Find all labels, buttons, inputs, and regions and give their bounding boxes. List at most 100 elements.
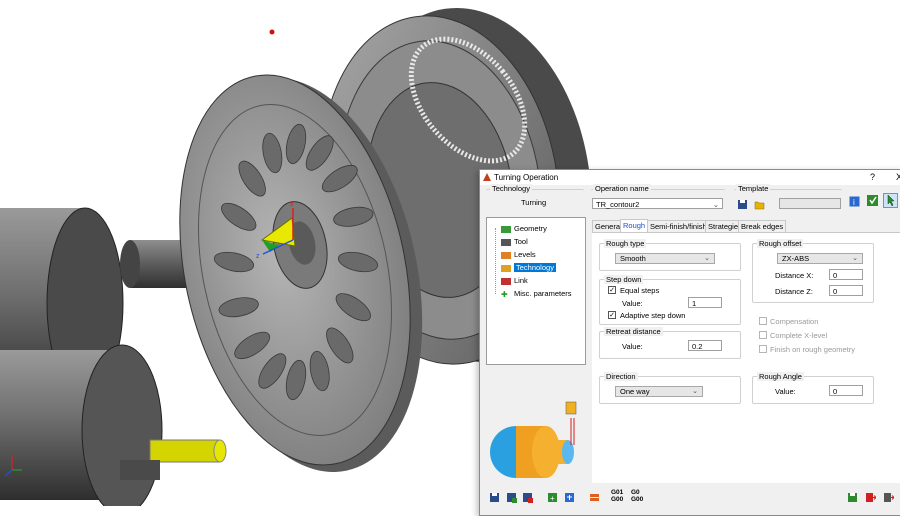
- finish-on-rough-label: Finish on rough geometry: [770, 345, 856, 354]
- gcode-g01-g00[interactable]: G01 G00: [611, 489, 623, 503]
- rough-angle-input[interactable]: 0: [829, 385, 863, 396]
- compensation-label: Compensation: [770, 317, 819, 326]
- rough-type-select[interactable]: Smooth ⌄: [615, 253, 715, 264]
- dialog-title: Turning Operation: [494, 173, 559, 182]
- chevron-down-icon: ⌄: [704, 255, 710, 262]
- gcode-g0-g00[interactable]: G0 G00: [631, 489, 643, 503]
- tree-connector: [495, 228, 496, 294]
- retreat-value-input[interactable]: 0.2: [688, 340, 722, 351]
- technology-icon: [501, 264, 511, 272]
- link-icon: [501, 277, 511, 285]
- svg-text:i: i: [853, 198, 855, 207]
- save-as-icon[interactable]: [506, 492, 517, 503]
- g00-label: G00: [611, 496, 624, 503]
- distance-x-input[interactable]: 0: [829, 269, 863, 280]
- add-operation-icon[interactable]: +: [547, 492, 558, 503]
- reference-point: [269, 29, 275, 35]
- help-button[interactable]: ?: [870, 172, 875, 182]
- chevron-down-icon: ⌄: [692, 388, 698, 395]
- save-copy-icon[interactable]: [522, 492, 533, 503]
- tree-item-label: Tool: [514, 237, 528, 246]
- rough-offset-value: ZX-ABS: [782, 254, 810, 263]
- retreat-value-label: Value:: [622, 342, 643, 351]
- save-template-icon[interactable]: [737, 199, 748, 210]
- rough-angle-value-label: Value:: [775, 387, 796, 396]
- adaptive-step-checkbox[interactable]: ✓: [608, 311, 616, 319]
- save-icon[interactable]: [489, 492, 500, 503]
- calculate-icon[interactable]: [866, 194, 879, 207]
- rough-type-value: Smooth: [620, 254, 646, 263]
- direction-label: Direction: [604, 372, 638, 381]
- operation-name-label: Operation name: [593, 184, 651, 193]
- template-label: Template: [736, 184, 771, 193]
- compensation-checkbox[interactable]: [759, 317, 767, 325]
- plus-icon: ✚: [501, 289, 508, 299]
- axis-z-label: z: [256, 253, 260, 260]
- lathe-app-icon: [483, 173, 491, 181]
- equal-steps-checkbox[interactable]: ✓: [608, 286, 616, 294]
- chevron-down-icon: ⌄: [712, 200, 719, 209]
- tree-item-misc-parameters[interactable]: ✚ Misc. parameters: [501, 289, 572, 299]
- svg-text:+: +: [550, 494, 555, 503]
- template-field[interactable]: [779, 198, 841, 209]
- open-template-icon[interactable]: [754, 199, 765, 210]
- retreat-distance-label: Retreat distance: [604, 327, 663, 336]
- tree-item-label: Misc. parameters: [514, 289, 572, 298]
- tool-icon: [501, 238, 511, 246]
- info-icon[interactable]: i: [849, 196, 860, 207]
- template-group: Template: [734, 184, 842, 214]
- operation-name-combobox[interactable]: TR_contour2 ⌄: [592, 198, 723, 209]
- close-button[interactable]: X: [896, 172, 900, 182]
- bottom-toolbar: + G01 G00 G0 G00: [480, 488, 900, 508]
- technology-label: Technology: [490, 184, 532, 193]
- direction-value: One way: [620, 387, 650, 396]
- rough-offset-select[interactable]: ZX-ABS ⌄: [777, 253, 863, 264]
- tree-item-link[interactable]: Link: [501, 276, 528, 286]
- direction-select[interactable]: One way ⌄: [615, 386, 703, 397]
- step-down-group: Step down ✓ Equal steps Value: 1 ✓ Adapt…: [599, 275, 741, 325]
- distance-z-label: Distance Z:: [775, 287, 813, 296]
- g0-label: G0: [631, 489, 640, 496]
- rough-offset-group: Rough offset ZX-ABS ⌄ Distance X: 0 Dist…: [752, 239, 874, 303]
- axis-x-label: x: [290, 201, 294, 208]
- rough-angle-label: Rough Angle: [757, 372, 804, 381]
- distance-x-label: Distance X:: [775, 271, 814, 280]
- chevron-down-icon: ⌄: [852, 255, 858, 262]
- tree-item-levels[interactable]: Levels: [501, 250, 536, 260]
- insert-operation-icon[interactable]: [564, 492, 575, 503]
- tree-item-tool[interactable]: Tool: [501, 237, 528, 247]
- exit-icon[interactable]: [883, 492, 894, 503]
- finish-on-rough-checkbox[interactable]: [759, 345, 767, 353]
- technology-value: Turning: [521, 198, 547, 207]
- operation-tree[interactable]: Geometry Tool Levels Technology Link ✚ Misc. p…: [486, 217, 586, 365]
- tree-item-label: Geometry: [514, 224, 547, 233]
- save-and-exit-icon[interactable]: [865, 492, 876, 503]
- complete-x-level-label: Complete X-level: [770, 331, 828, 340]
- tree-item-label: Technology: [514, 263, 556, 272]
- rough-tab-panel: Rough type Smooth ⌄ Step down ✓ Equal st…: [592, 232, 900, 483]
- pointer-icon[interactable]: [883, 193, 898, 208]
- levels-icon: [501, 251, 511, 259]
- geometry-icon: [501, 225, 511, 233]
- operation-name-value: TR_contour2: [596, 200, 640, 209]
- tab-rough[interactable]: Rough: [620, 219, 649, 233]
- tree-item-label: Levels: [514, 250, 536, 259]
- distance-z-input[interactable]: 0: [829, 285, 863, 296]
- complete-x-level-checkbox[interactable]: [759, 331, 767, 339]
- stock-icon[interactable]: [589, 492, 600, 503]
- rough-type-label: Rough type: [604, 239, 647, 248]
- step-value-label: Value:: [622, 299, 643, 308]
- g01-label: G01: [611, 489, 624, 496]
- step-down-label: Step down: [604, 275, 644, 284]
- tree-item-technology[interactable]: Technology: [501, 263, 556, 273]
- turning-preview-image: [490, 401, 577, 478]
- save-and-calculate-icon[interactable]: [847, 492, 858, 503]
- direction-group: Direction One way ⌄: [599, 372, 741, 404]
- step-value-input[interactable]: 1: [688, 297, 722, 308]
- g00b-label: G00: [631, 496, 644, 503]
- rough-angle-group: Rough Angle Value: 0: [752, 372, 874, 404]
- retreat-distance-group: Retreat distance Value: 0.2: [599, 327, 741, 359]
- tree-item-geometry[interactable]: Geometry: [501, 224, 547, 234]
- rough-offset-label: Rough offset: [757, 239, 804, 248]
- dialog-titlebar[interactable]: Turning Operation ? X: [480, 170, 900, 185]
